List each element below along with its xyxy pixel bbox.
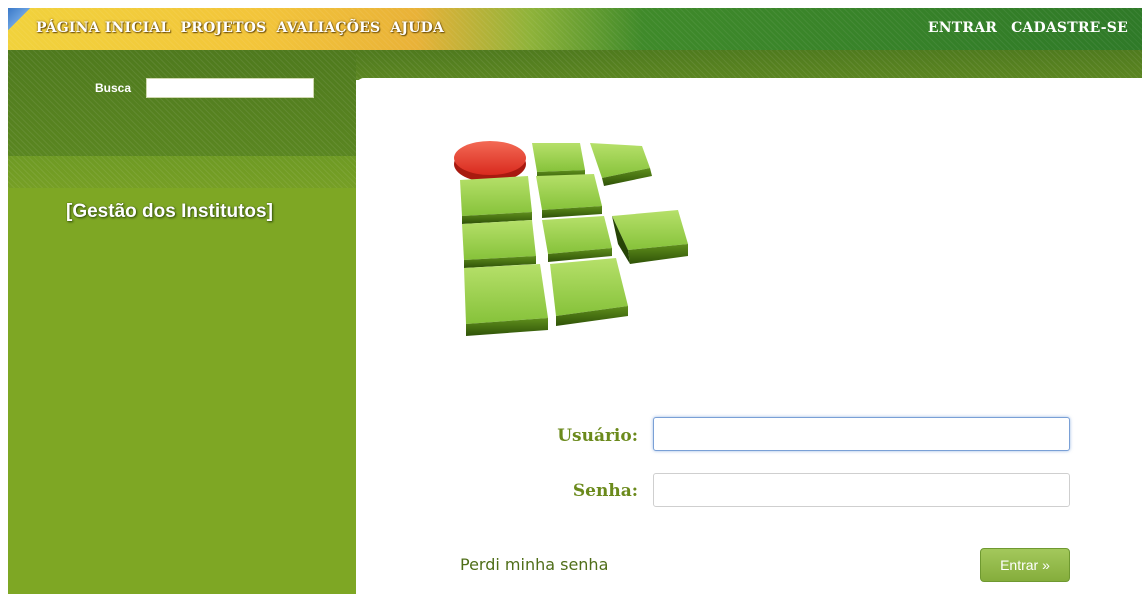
forgot-password-link[interactable]: Perdi minha senha (460, 555, 608, 574)
nav-link-login[interactable]: ENTRAR (928, 20, 997, 36)
login-button[interactable]: Entrar » (980, 548, 1070, 582)
password-input[interactable] (653, 473, 1070, 507)
password-label: Senha: (572, 481, 638, 501)
nav-link-evaluations[interactable]: AVALIAÇÕES (277, 20, 381, 36)
nav-link-projects[interactable]: PROJETOS (181, 20, 267, 36)
sidebar-title: [Gestão dos Institutos] (66, 201, 273, 222)
search-label: Busca (95, 81, 132, 95)
top-navigation-bar: PÁGINA INICIAL PROJETOS AVALIAÇÕES AJUDA… (8, 8, 1142, 50)
institute-logo-icon (454, 141, 688, 336)
sidebar-divider-strip (8, 156, 356, 188)
sidebar-search-area (8, 50, 356, 156)
username-label: Usuário: (557, 426, 638, 446)
main-nav: PÁGINA INICIAL PROJETOS AVALIAÇÕES AJUDA (36, 20, 444, 36)
nav-link-signup[interactable]: CADASTRE-SE (1011, 20, 1128, 36)
nav-link-help[interactable]: AJUDA (390, 20, 444, 36)
username-input[interactable] (653, 417, 1070, 451)
login-panel: Usuário: Senha: Perdi minha senha Entrar… (356, 78, 1142, 594)
corner-swoosh-icon (8, 8, 30, 30)
account-nav: ENTRAR CADASTRE-SE (928, 20, 1128, 36)
nav-link-home[interactable]: PÁGINA INICIAL (36, 20, 171, 36)
sidebar: Busca [Gestão dos Institutos] (8, 50, 356, 594)
search-input[interactable] (146, 78, 314, 98)
